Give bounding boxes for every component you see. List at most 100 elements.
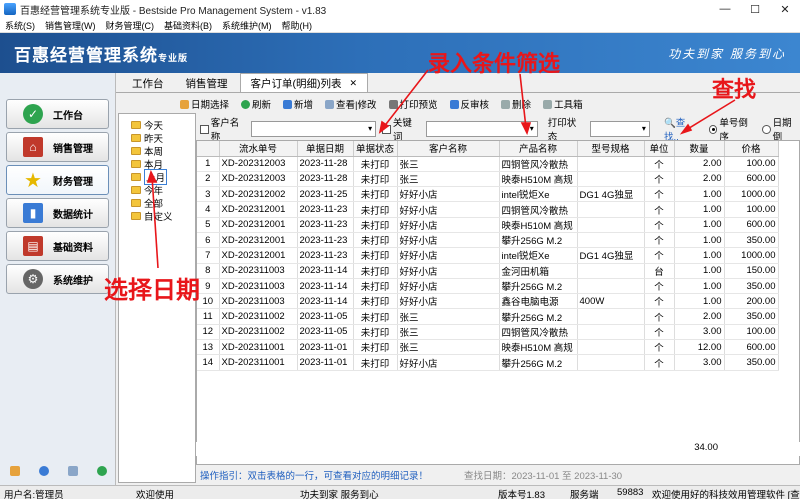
column-header[interactable]: 单据状态 — [353, 141, 398, 157]
table-row[interactable]: 12 XD-202311002 2023-11-05 未打印 张三 四铜管风冷散热 个 3.0… — [197, 324, 779, 341]
sidebar-item-finance[interactable]: ★ 财务管理 — [6, 165, 109, 195]
folder-icon — [131, 147, 141, 155]
minimize-icon[interactable]: — — [710, 0, 740, 18]
bar-chart-icon: ▮ — [23, 203, 43, 223]
app-icon — [4, 3, 16, 15]
table-cell: 2023-11-14 — [297, 293, 354, 310]
tab-customer-orders[interactable]: 客户订单(明细)列表 ✕ — [239, 73, 369, 92]
table-cell: 张三 — [397, 339, 500, 356]
menu-maintenance[interactable]: 系统维护(M) — [217, 19, 277, 32]
sidebar-item-maintenance[interactable]: ⚙ 系统维护 — [6, 264, 109, 294]
refresh-icon[interactable] — [96, 466, 107, 476]
table-cell: 1.00 — [674, 247, 725, 264]
column-header[interactable]: 流水单号 — [219, 141, 298, 157]
title-bar: 百惠经营管理系统专业版 - Bestside Pro Management Sy… — [0, 0, 800, 18]
table-cell: 个 — [644, 308, 675, 325]
menu-help[interactable]: 帮助(H) — [277, 19, 318, 32]
table-row[interactable]: 2 XD-202312003 2023-11-28 未打印 张三 映泰H510M 高规 个 2… — [197, 171, 779, 188]
sort-date-radio[interactable] — [761, 124, 771, 134]
tree-item-today[interactable]: 今天 — [131, 119, 163, 132]
book-icon: ▤ — [23, 236, 43, 256]
table-cell: 8 — [197, 263, 220, 279]
print-state-combo[interactable]: ▾ — [590, 121, 650, 137]
keyword-checkbox[interactable] — [382, 124, 391, 134]
sort-desc-radio[interactable] — [708, 124, 718, 134]
table-row[interactable]: 9 XD-202311003 2023-11-14 未打印 好好小店 攀升256G M.2… — [197, 278, 779, 295]
tab-workbench[interactable]: 工作台 — [122, 74, 174, 92]
print-preview-button[interactable]: 打印预览 — [388, 97, 438, 111]
column-header[interactable] — [197, 141, 220, 157]
table-row[interactable]: 5 XD-202312001 2023-11-23 未打印 好好小店 映泰H510M 高规… — [197, 217, 779, 233]
table-cell — [577, 308, 645, 325]
table-cell: 鑫谷电脑电源 — [499, 293, 578, 310]
table-row[interactable]: 3 XD-202312002 2023-11-25 未打印 好好小店 intel锐炬Xe D… — [197, 186, 779, 203]
table-row[interactable]: 11 XD-202311002 2023-11-05 未打印 张三 攀升256G M.2 个… — [197, 308, 779, 325]
table-cell: 未打印 — [353, 339, 398, 356]
sidebar-item-statistics[interactable]: ▮ 数据统计 — [6, 198, 109, 228]
table-cell: 2023-11-25 — [297, 186, 354, 203]
tree-item-all[interactable]: 全部 — [131, 197, 163, 210]
column-header[interactable]: 产品名称 — [499, 141, 578, 157]
table-cell: intel锐炬Xe — [499, 186, 578, 203]
menu-system[interactable]: 系统(S) — [0, 19, 40, 32]
table-cell: 100.00 — [724, 156, 779, 172]
close-icon[interactable]: ✕ — [770, 0, 800, 18]
column-header[interactable]: 型号规格 — [577, 141, 645, 157]
unaudit-button[interactable]: 反审核 — [449, 97, 489, 111]
sidebar-item-basic-data[interactable]: ▤ 基础资料 — [6, 231, 109, 261]
tree-item-this-year[interactable]: 今年 — [131, 184, 163, 197]
table-cell: 未打印 — [353, 293, 398, 310]
table-cell: 2023-11-01 — [297, 339, 354, 356]
menu-sales[interactable]: 销售管理(W) — [40, 19, 101, 32]
tree-item-this-week[interactable]: 本周 — [131, 145, 163, 158]
table-cell: 600.00 — [724, 217, 779, 233]
sidebar-item-sales[interactable]: ⌂ 销售管理 — [6, 132, 109, 162]
view-edit-button[interactable]: 查看|修改 — [325, 97, 377, 111]
tree-item-yesterday[interactable]: 昨天 — [131, 132, 163, 145]
column-header[interactable]: 单位 — [644, 141, 675, 157]
table-cell: XD-202311003 — [219, 263, 298, 279]
table-row[interactable]: 13 XD-202311001 2023-11-01 未打印 张三 映泰H510M 高规 个… — [197, 339, 779, 356]
column-header[interactable]: 单据日期 — [297, 141, 354, 157]
view-icon — [325, 99, 335, 109]
column-header[interactable]: 数量 — [674, 141, 725, 157]
table-row[interactable]: 7 XD-202312001 2023-11-23 未打印 好好小店 intel锐炬Xe D… — [197, 247, 779, 264]
toolbox-button[interactable]: 工具箱 — [543, 97, 583, 111]
table-row[interactable]: 8 XD-202311003 2023-11-14 未打印 好好小店 金河田机箱 台 1.00… — [197, 263, 779, 279]
table-cell: 好好小店 — [397, 217, 500, 233]
table-cell — [577, 263, 645, 279]
customer-combo[interactable]: ▾ — [251, 121, 377, 137]
sidebar-item-workbench[interactable]: ✓ 工作台 — [6, 99, 109, 129]
tree-item-custom[interactable]: 自定义 — [131, 210, 173, 223]
search-icon[interactable] — [67, 466, 78, 476]
table-cell: DG1 4G独显 — [577, 186, 645, 203]
edit-icon[interactable] — [9, 466, 20, 476]
maximize-icon[interactable]: ☐ — [740, 0, 770, 18]
search-button[interactable]: 🔍查找.. — [664, 115, 699, 143]
refresh-button[interactable]: 刷新 — [241, 97, 271, 111]
table-cell: XD-202312001 — [219, 232, 298, 249]
table-cell: 好好小店 — [397, 201, 500, 218]
folder-icon — [131, 186, 141, 194]
menu-finance[interactable]: 财务管理(C) — [101, 19, 160, 32]
keyword-combo[interactable]: ▾ — [426, 121, 538, 137]
search-icon: 🔍 — [663, 118, 676, 129]
table-row[interactable]: 14 XD-202311001 2023-11-01 未打印 好好小店 攀升256G M.… — [197, 354, 779, 371]
info-icon[interactable] — [38, 466, 49, 476]
menu-basic-data[interactable]: 基础资料(B) — [159, 19, 217, 32]
add-button[interactable]: 新增 — [283, 97, 313, 111]
tree-item-last-month[interactable]: 上月 — [131, 169, 168, 185]
delete-button[interactable]: 删除 — [501, 97, 531, 111]
table-cell: 3.00 — [674, 354, 725, 371]
table-cell: 好好小店 — [397, 293, 500, 310]
table-row[interactable]: 1 XD-202312003 2023-11-28 未打印 张三 四铜管风冷散热 个 2.00… — [197, 156, 779, 172]
table-row[interactable]: 4 XD-202312001 2023-11-23 未打印 好好小店 四铜管风冷散热 个 1.… — [197, 201, 779, 218]
close-tab-icon[interactable]: ✕ — [350, 78, 358, 89]
date-select-button[interactable]: 日期选择 — [180, 97, 229, 111]
table-row[interactable]: 6 XD-202312001 2023-11-23 未打印 好好小店 攀升256G M.2… — [197, 232, 779, 249]
customer-checkbox[interactable] — [200, 124, 209, 134]
column-header[interactable]: 客户名称 — [397, 141, 500, 157]
tab-sales[interactable]: 销售管理 — [176, 74, 238, 92]
column-header[interactable]: 价格 — [724, 141, 779, 157]
table-row[interactable]: 10 XD-202311003 2023-11-14 未打印 好好小店 鑫谷电脑电源 400… — [197, 293, 779, 310]
